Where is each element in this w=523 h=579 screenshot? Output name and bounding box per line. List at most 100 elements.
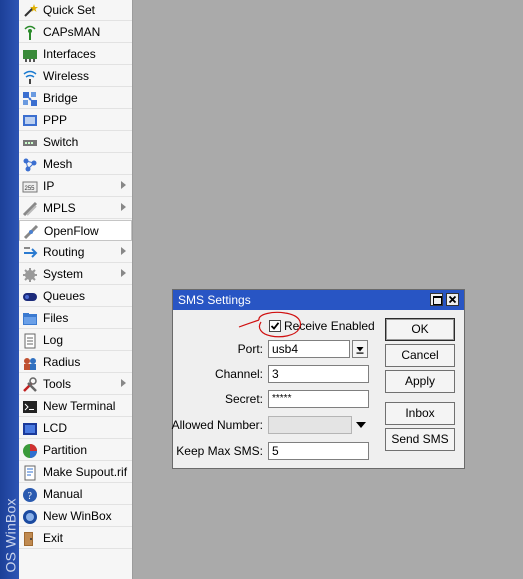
sidebar-item-label: Log [43,333,64,347]
channel-label: Channel: [214,367,263,381]
sidebar-item-label: Exit [43,531,64,545]
sidebar-item-capsman[interactable]: CAPsMAN [19,22,132,43]
channel-input[interactable]: 3 [268,365,369,383]
sidebar-item-ip[interactable]: 255 IP [19,176,132,197]
sidebar-item-label: New Terminal [43,399,116,413]
apply-button[interactable]: Apply [385,370,455,393]
switch-icon [22,135,38,150]
mpls-icon [22,201,38,217]
sidebar-item-lcd[interactable]: LCD [19,418,132,439]
mesh-icon [22,157,38,172]
sidebar-item-label: System [43,267,84,281]
sidebar-item-label: IP [43,179,55,193]
sidebar-item-label: Radius [43,355,81,369]
allowed-number-label: Allowed Number: [171,418,263,432]
sidebar-item-wireless[interactable]: Wireless [19,66,132,87]
sidebar-item-queues[interactable]: Queues [19,286,132,307]
sidebar-item-mesh[interactable]: Mesh [19,154,132,175]
sidebar-item-label: Tools [43,377,72,391]
network-card-icon [22,47,38,62]
dialog-title: SMS Settings [178,293,251,307]
sidebar-item-label: MPLS [43,201,76,215]
sidebar-item-bridge[interactable]: Bridge [19,88,132,109]
sidebar-item-partition[interactable]: Partition [19,440,132,461]
sidebar-item-label: LCD [43,421,68,435]
secret-input[interactable]: ***** [268,390,369,408]
port-dropdown-button[interactable] [352,340,368,358]
sidebar-item-make-supout-rif[interactable]: Make Supout.rif [19,462,132,483]
partition-icon [22,443,38,458]
magic-wand-icon [22,3,38,18]
sidebar-item-label: CAPsMAN [43,25,101,39]
terminal-icon [22,399,38,414]
keep-max-sms-input[interactable]: 5 [268,442,369,460]
sidebar-item-files[interactable]: Files [19,308,132,329]
vertical-brand-strip: OS WinBox [0,0,19,579]
lcd-icon [22,421,38,436]
allowed-number-dropdown-icon[interactable] [354,418,368,432]
log-icon [22,333,38,349]
submenu-arrow-icon [121,379,126,387]
submenu-arrow-icon [121,181,126,189]
submenu-arrow-icon [121,247,126,255]
sidebar-item-label: Quick Set [43,3,96,17]
sidebar-item-label: PPP [43,113,68,127]
sidebar-item-mpls[interactable]: MPLS [19,198,132,219]
send-sms-button[interactable]: Send SMS [385,428,455,451]
sidebar-item-new-terminal[interactable]: New Terminal [19,396,132,417]
maximize-icon [433,296,442,305]
winbox-icon [22,509,38,524]
queues-icon [22,289,38,304]
sidebar-item-ppp[interactable]: PPP [19,110,132,131]
secret-label: Secret: [224,392,263,406]
ip-icon: 255 [22,179,38,194]
tools-icon [22,377,38,392]
chevron-down-icon [356,347,364,354]
sidebar-item-exit[interactable]: Exit [19,528,132,549]
sidebar-item-manual[interactable]: ? Manual [19,484,132,505]
maximize-button[interactable] [430,293,443,306]
sms-settings-dialog: SMS Settings Receive Enabled Port: usb4 … [172,289,465,469]
bridge-icon [22,91,38,106]
keep-max-sms-label: Keep Max SMS: [176,444,263,458]
sidebar-item-label: Queues [43,289,86,303]
antenna-icon [22,25,38,40]
svg-text:255: 255 [25,186,36,192]
radius-icon [22,355,38,370]
sidebar-item-log[interactable]: Log [19,330,132,351]
sidebar-item-quick-set[interactable]: Quick Set [19,0,132,21]
close-button[interactable] [446,293,459,306]
manual-icon: ? [22,487,38,502]
sidebar-item-tools[interactable]: Tools [19,374,132,395]
allowed-number-input[interactable] [268,416,352,434]
sidebar-item-openflow[interactable]: OpenFlow [19,220,132,241]
port-select[interactable]: usb4 [268,340,350,358]
sidebar-item-label: Files [43,311,69,325]
sidebar-item-label: New WinBox [43,509,112,523]
sidebar-item-label: Routing [43,245,85,259]
sidebar-item-label: Interfaces [43,47,96,61]
wireless-icon [22,69,38,84]
sidebar-item-label: Make Supout.rif [43,465,128,479]
inbox-button[interactable]: Inbox [385,402,455,425]
supout-icon [22,465,38,481]
sidebar-item-label: Mesh [43,157,73,171]
sidebar-item-radius[interactable]: Radius [19,352,132,373]
sidebar-item-label: Manual [43,487,83,501]
close-icon [448,295,457,304]
submenu-arrow-icon [121,203,126,211]
sidebar-item-interfaces[interactable]: Interfaces [19,44,132,65]
sidebar-item-routing[interactable]: Routing [19,242,132,263]
sidebar-item-system[interactable]: System [19,264,132,285]
exit-icon [22,531,38,546]
sidebar-item-label: Bridge [43,91,78,105]
sidebar-item-label: Partition [43,443,88,457]
gear-icon [22,267,38,282]
sidebar-menu: Quick Set CAPsMAN Interfaces Wireless Bridge… [19,0,133,579]
port-label: Port: [237,342,263,356]
sidebar-item-switch[interactable]: Switch [19,132,132,153]
cancel-button[interactable]: Cancel [385,344,455,367]
dialog-titlebar[interactable]: SMS Settings [173,290,464,310]
sidebar-item-new-winbox[interactable]: New WinBox [19,506,132,527]
ok-button[interactable]: OK [385,318,455,341]
